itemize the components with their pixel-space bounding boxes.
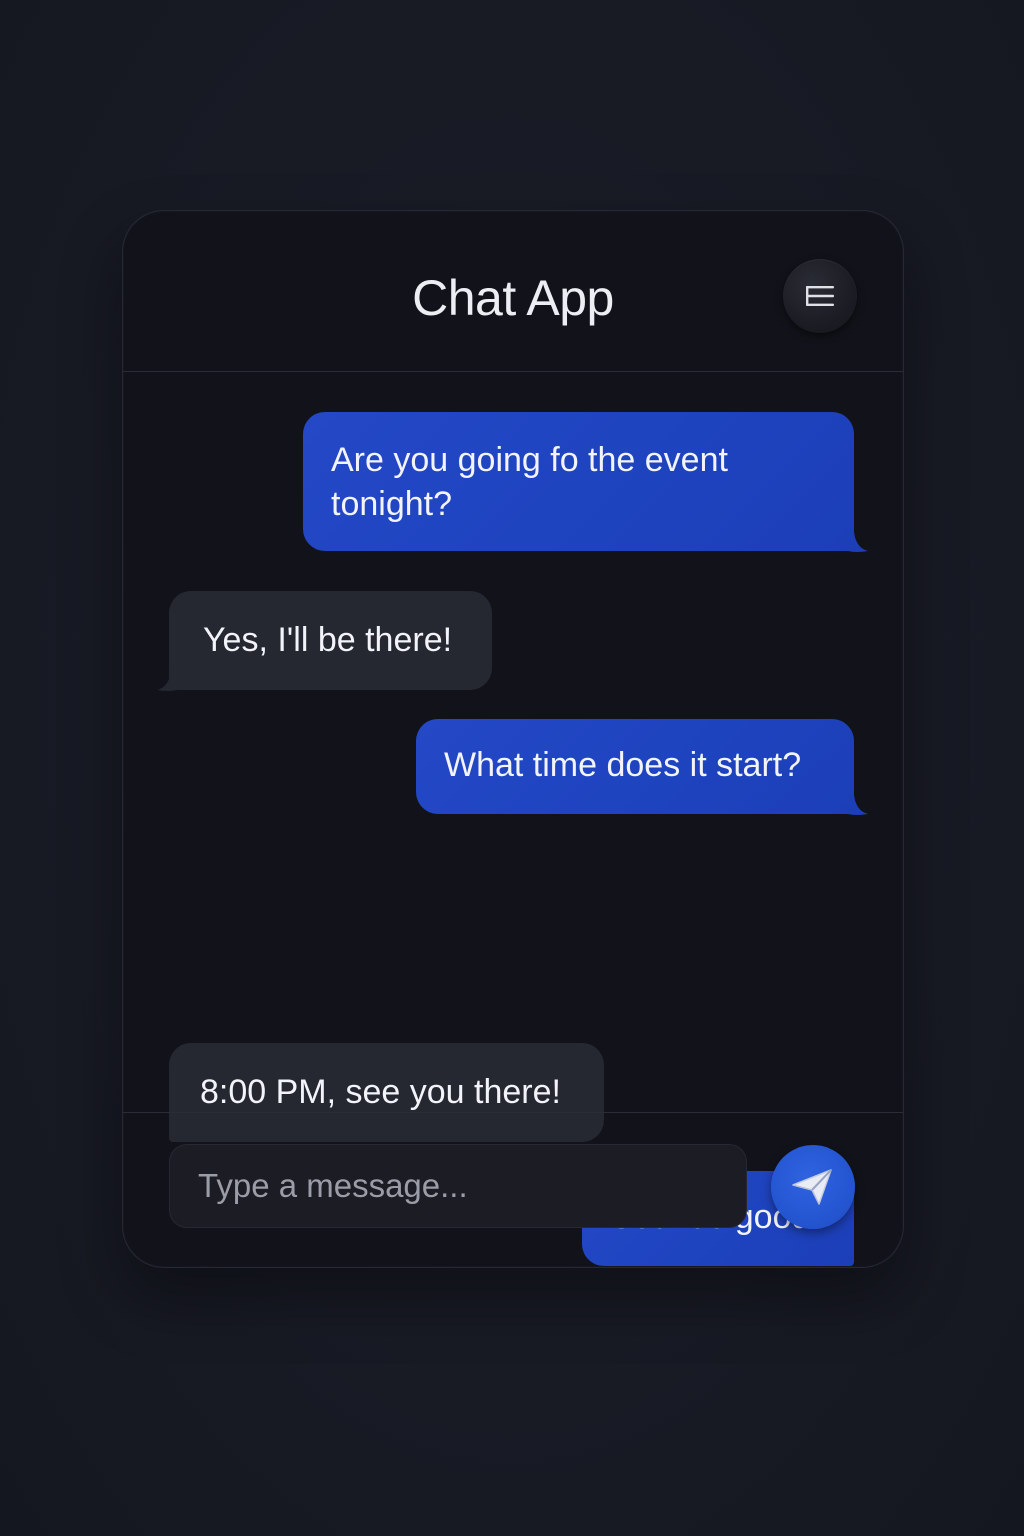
bubble-tail [848,795,868,815]
message-bubble-incoming: Yes, I'll be there! [169,591,492,690]
send-button[interactable] [771,1145,855,1229]
chat-header: Chat App [123,211,903,372]
message-text: 8:00 PM, see you there! [200,1073,561,1111]
menu-button[interactable] [783,259,857,333]
message-bubble-outgoing: What time does it start? [416,719,854,814]
paper-plane-icon [792,1169,832,1205]
bubble-tail [157,671,177,691]
message-list: Are you going fo the event tonight? Yes,… [123,372,903,1266]
message-text: Are you going fo the event [331,441,728,479]
message-text: What time does it start? [444,746,802,784]
composer-bar [123,1112,903,1267]
message-text: tonight? [331,485,452,523]
hamburger-menu-icon [806,286,834,306]
message-text: Yes, I'll be there! [203,621,453,659]
bubble-tail [848,532,868,552]
page-background: Chat App Are you going fo the event toni… [0,0,1024,1536]
chat-window: Chat App Are you going fo the event toni… [122,210,904,1268]
message-input[interactable] [169,1144,747,1228]
message-bubble-outgoing: Are you going fo the event tonight? [303,412,854,551]
